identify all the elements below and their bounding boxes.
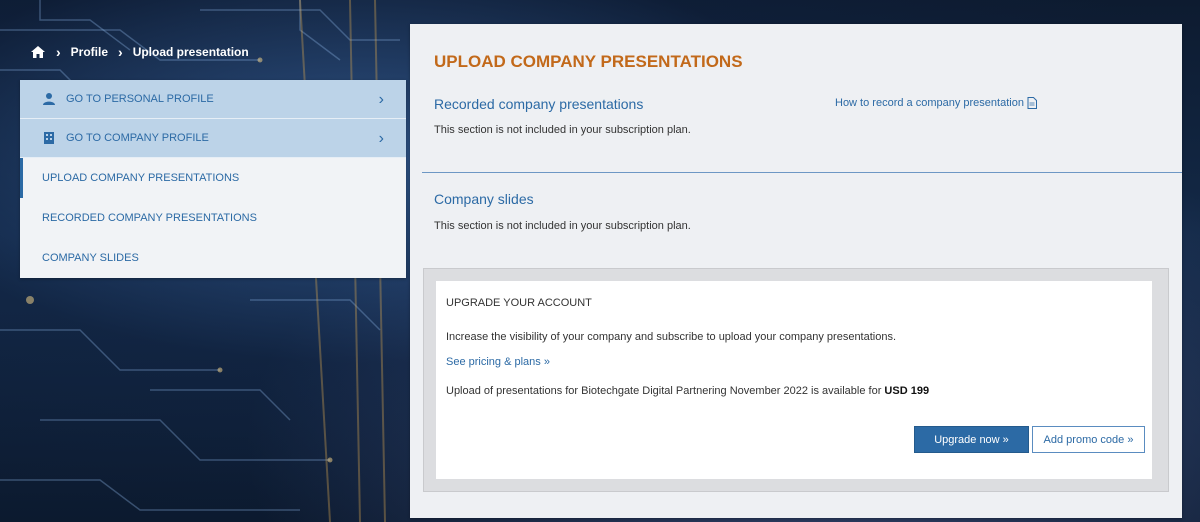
price-value: USD 199: [884, 385, 930, 397]
pdf-icon: [1027, 97, 1037, 109]
sidebar-item-label: UPLOAD COMPANY PRESENTATIONS: [42, 172, 240, 184]
sidebar-link-personal-profile[interactable]: GO TO PERSONAL PROFILE ›: [20, 80, 406, 119]
upgrade-box: UPGRADE YOUR ACCOUNT Increase the visibi…: [423, 268, 1169, 492]
breadcrumb: › Profile › Upload presentation: [30, 44, 249, 60]
how-to-record-link-label: How to record a company presentation: [835, 97, 1024, 109]
chevron-right-icon: ›: [378, 130, 384, 147]
section-divider: [422, 172, 1182, 173]
pricing-plans-link[interactable]: See pricing & plans »: [446, 356, 550, 368]
breadcrumb-separator: ›: [56, 44, 61, 60]
how-to-record-link[interactable]: How to record a company presentation: [835, 97, 1037, 109]
person-icon: [42, 92, 56, 106]
recorded-presentations-note: This section is not included in your sub…: [434, 124, 691, 136]
price-description: Upload of presentations for Biotechgate …: [446, 385, 885, 397]
company-slides-title: Company slides: [434, 191, 534, 207]
sidebar-item-company-slides[interactable]: COMPANY SLIDES: [20, 238, 406, 278]
upgrade-price-text: Upload of presentations for Biotechgate …: [446, 385, 929, 397]
sidebar-item-recorded-presentations[interactable]: RECORDED COMPANY PRESENTATIONS: [20, 198, 406, 238]
sidebar-item-upload-presentations[interactable]: UPLOAD COMPANY PRESENTATIONS: [20, 158, 406, 198]
upgrade-now-button[interactable]: Upgrade now »: [914, 426, 1029, 453]
sidebar-item-label: COMPANY SLIDES: [42, 252, 139, 264]
sidebar: GO TO PERSONAL PROFILE › GO TO COMPANY P…: [20, 80, 406, 278]
sidebar-link-label: GO TO PERSONAL PROFILE: [66, 93, 214, 105]
chevron-right-icon: ›: [378, 91, 384, 108]
company-slides-note: This section is not included in your sub…: [434, 220, 691, 232]
main-panel: UPLOAD COMPANY PRESENTATIONS Recorded co…: [410, 24, 1182, 518]
upgrade-card: UPGRADE YOUR ACCOUNT Increase the visibi…: [436, 281, 1152, 479]
upgrade-description: Increase the visibility of your company …: [446, 331, 897, 343]
building-icon: [42, 131, 56, 145]
sidebar-item-label: RECORDED COMPANY PRESENTATIONS: [42, 212, 257, 224]
recorded-presentations-title: Recorded company presentations: [434, 96, 644, 112]
breadcrumb-item-profile[interactable]: Profile: [71, 45, 108, 59]
breadcrumb-separator: ›: [118, 44, 123, 60]
sidebar-link-label: GO TO COMPANY PROFILE: [66, 132, 209, 144]
add-promo-code-button[interactable]: Add promo code »: [1032, 426, 1145, 453]
breadcrumb-item-current: Upload presentation: [132, 45, 249, 59]
page-title: UPLOAD COMPANY PRESENTATIONS: [434, 52, 743, 71]
sidebar-link-company-profile[interactable]: GO TO COMPANY PROFILE ›: [20, 119, 406, 158]
home-icon[interactable]: [30, 45, 46, 59]
upgrade-title: UPGRADE YOUR ACCOUNT: [446, 297, 592, 309]
